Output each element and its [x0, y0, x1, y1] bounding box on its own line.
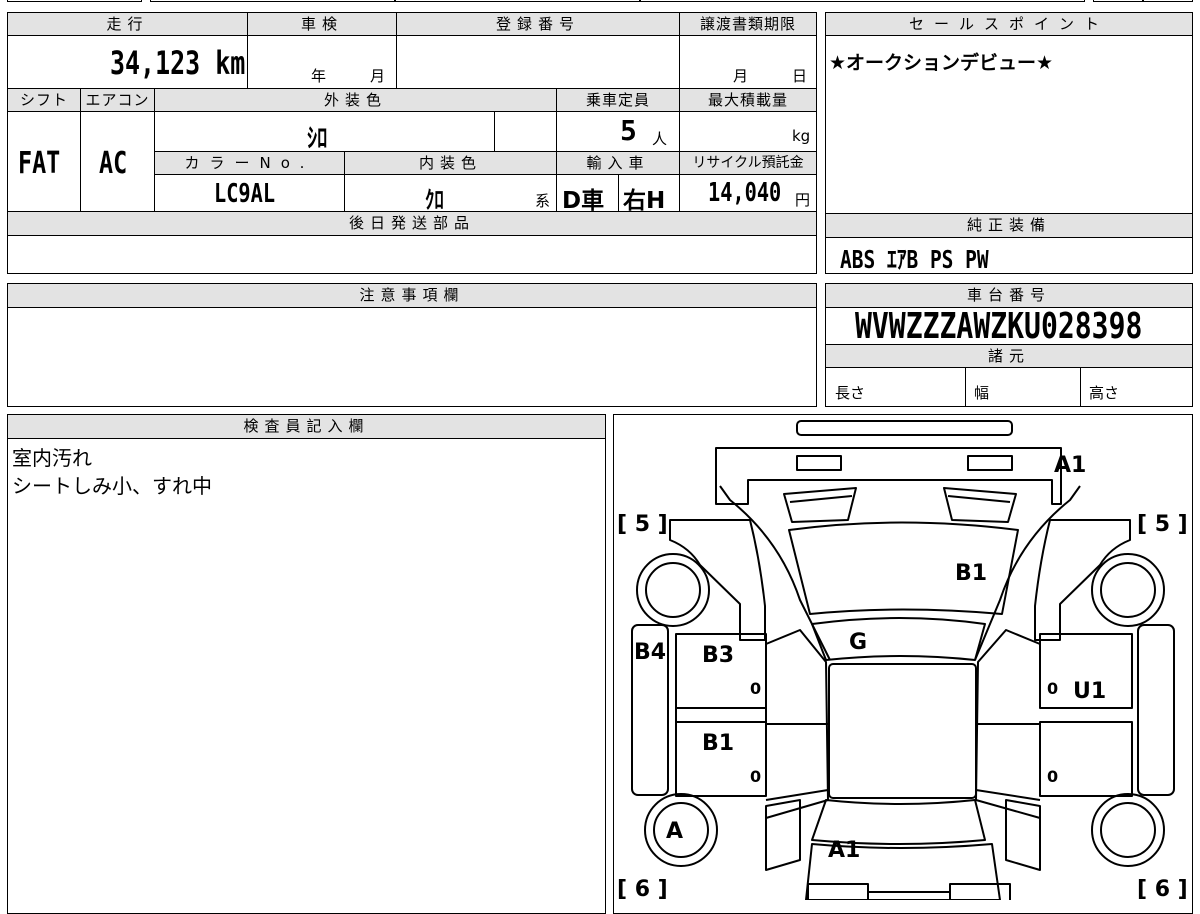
top-strip-cell	[150, 0, 395, 2]
inspector-line-1: 室内汚れ	[12, 446, 92, 470]
top-strip-cell	[640, 0, 1085, 2]
deadline-month-unit: 月	[733, 67, 749, 85]
import-type-value: D車	[562, 188, 605, 214]
yen-unit: 円	[795, 191, 811, 209]
label-zero-b1: 0	[750, 767, 761, 786]
label-five-left: [ 5 ]	[617, 512, 668, 537]
inspection-header: 車検	[247, 12, 397, 36]
label-b1-hood: B1	[955, 561, 987, 586]
aircon-value: AC	[99, 146, 128, 181]
mileage-header: 走行	[7, 12, 248, 36]
label-zero-right-rear: 0	[1047, 767, 1058, 786]
inspector-line-2: シートしみ小、すれ中	[12, 474, 212, 498]
left-headlight	[783, 487, 857, 523]
reg-no-header: 登録番号	[396, 12, 680, 36]
recycle-value: 14,040	[708, 178, 782, 208]
label-six-left: [ 6 ]	[617, 877, 668, 900]
label-a-wheel: A	[666, 819, 683, 844]
rear-bumper-left	[807, 883, 869, 900]
top-strip-cell	[1143, 0, 1193, 2]
right-side-skirt	[1137, 624, 1175, 796]
label-five-right: [ 5 ]	[1137, 512, 1188, 537]
chassis-no-header: 車台番号	[825, 283, 1193, 308]
car-diagram: A1 [ 5 ] [ 5 ] B1 G B4 B3 B1 U1 A A1 [ 6…	[617, 420, 1188, 900]
label-zero-b3: 0	[750, 679, 761, 698]
int-color-header: 内装色	[344, 151, 557, 175]
sales-point-header: セールスポイント	[825, 12, 1193, 36]
label-zero-u1: 0	[1047, 679, 1058, 698]
transfer-deadline-header: 譲渡書類期限	[679, 12, 817, 36]
inspector-header: 検査員記入欄	[7, 414, 606, 439]
import-header: 輸入車	[556, 151, 680, 175]
shift-header: シフト	[7, 88, 81, 112]
color-no-value: LC9AL	[214, 179, 276, 209]
sales-point-box	[825, 12, 1193, 214]
capacity-value: 5	[620, 114, 637, 147]
inspection-month-unit: 月	[370, 67, 386, 85]
chassis-no-value: WVWZZZAWZKU028398	[855, 306, 1143, 347]
body-outline-left	[669, 519, 766, 641]
load-unit: kg	[792, 127, 811, 145]
int-color-value: ｸﾛ	[425, 186, 444, 214]
notes-header: 注意事項欄	[7, 283, 817, 308]
windshield	[811, 617, 986, 661]
genuine-equipment-header: 純正装備	[825, 213, 1193, 238]
spec-height-label: 高さ	[1089, 384, 1120, 402]
wheel-front-right	[1091, 553, 1165, 627]
rear-bumper-right	[949, 883, 1011, 900]
capacity-unit: 人	[652, 130, 668, 148]
front-bumper-bar	[796, 420, 1013, 436]
recycle-header: リサイクル預託金	[679, 151, 817, 175]
roof-panel	[828, 663, 977, 799]
label-g: G	[849, 630, 867, 655]
body-outline-right	[1034, 519, 1131, 641]
max-load-header: 最大積載量	[679, 88, 817, 112]
wheel-front-left	[636, 553, 710, 627]
top-strip-cell	[395, 0, 640, 2]
later-parts-header: 後日発送部品	[7, 211, 817, 236]
top-strip-cell	[7, 0, 142, 2]
deadline-day-unit: 日	[792, 67, 808, 85]
label-b1-left: B1	[702, 731, 734, 756]
left-headlight-box	[796, 455, 842, 471]
int-color-suffix: 系	[535, 192, 551, 210]
ext-color-extra-cell	[494, 111, 557, 152]
label-six-right: [ 6 ]	[1137, 877, 1188, 900]
ext-color-header: 外装色	[154, 88, 557, 112]
equipment-value: ABS ｴｱB PS PW	[840, 245, 989, 274]
top-strip-cell	[1093, 0, 1143, 2]
label-u1: U1	[1073, 679, 1106, 704]
label-a1-top: A1	[1054, 453, 1086, 478]
inspection-year-unit: 年	[311, 67, 327, 85]
reg-no-cell	[396, 35, 680, 89]
label-b4: B4	[634, 640, 666, 665]
ext-color-value: ｼﾛ	[307, 124, 328, 154]
color-no-header: カラーNo.	[154, 151, 345, 175]
aircon-header: エアコン	[80, 88, 155, 112]
capacity-header: 乗車定員	[556, 88, 680, 112]
specs-header: 諸元	[825, 344, 1193, 368]
label-a1-rear: A1	[828, 838, 860, 863]
int-color-cell	[344, 174, 557, 212]
steering-value: 右H	[623, 188, 666, 214]
wheel-rear-right	[1091, 793, 1165, 867]
label-b3: B3	[702, 643, 734, 668]
spec-width-label: 幅	[974, 384, 990, 402]
shift-value: FAT	[18, 146, 61, 181]
spec-length-label: 長さ	[835, 384, 866, 402]
right-headlight-box	[967, 455, 1013, 471]
right-headlight	[943, 487, 1017, 523]
sales-point-text: ★オークションデビュー★	[829, 52, 1054, 74]
